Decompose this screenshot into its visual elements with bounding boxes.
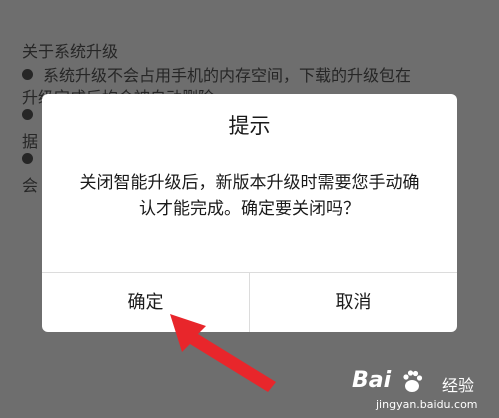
background-list-item: 系统升级不会占用手机的内存空间，下载的升级包在 [22, 62, 411, 86]
confirm-dialog: 提示 关闭智能升级后，新版本升级时需要您手动确认才能完成。确定要关闭吗？ 确定 … [42, 94, 457, 332]
bullet-icon [22, 153, 33, 164]
dialog-message: 关闭智能升级后，新版本升级时需要您手动确认才能完成。确定要关闭吗？ [79, 173, 420, 219]
bullet-icon [22, 69, 33, 80]
background-list-item [22, 106, 43, 125]
watermark-url: jingyan.baidu.com [376, 398, 478, 411]
background-section-title: 关于系统升级 [22, 42, 119, 61]
cancel-button[interactable]: 取消 [250, 273, 457, 332]
bullet-icon [22, 109, 33, 120]
dialog-title: 提示 [228, 114, 271, 138]
watermark-brand: Bai [352, 368, 392, 393]
background-list-item-continuation: 据 [22, 132, 39, 151]
background-list-item-continuation: 会 [22, 176, 39, 195]
background-line-text: 系统升级不会占用手机的内存空间，下载的升级包在 [43, 66, 412, 85]
baidu-jingyan-watermark: Bai 经验 jingyan.baidu.com [352, 368, 498, 418]
background-list-item [22, 150, 43, 169]
red-arrow-icon [170, 314, 276, 392]
watermark-suffix: 经验 [442, 376, 475, 395]
baidu-paw-icon [403, 370, 423, 392]
